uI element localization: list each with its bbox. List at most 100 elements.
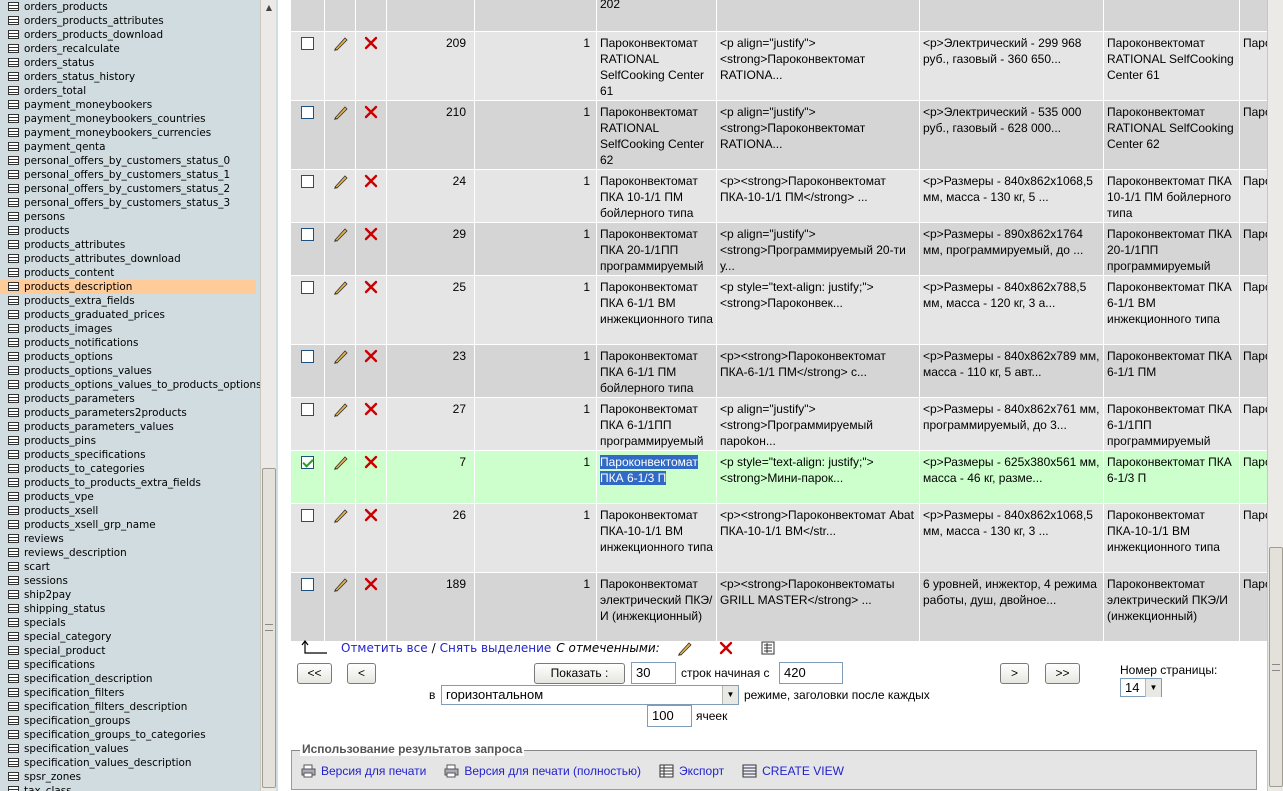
sidebar-table-item[interactable]: products_xsell_grp_name xyxy=(0,518,260,532)
table-icon[interactable] xyxy=(8,506,19,515)
sidebar-table-item[interactable]: products_specifications xyxy=(0,448,260,462)
sidebar-table-label[interactable]: reviews_description xyxy=(24,547,127,559)
sidebar-table-label[interactable]: products_attributes_download xyxy=(24,253,181,265)
sidebar-table-label[interactable]: orders_products_download xyxy=(24,29,163,41)
sidebar-table-item[interactable]: products_options_values_to_products_opti… xyxy=(0,378,262,392)
sidebar-table-item[interactable]: payment_moneybookers_currencies xyxy=(0,126,260,140)
table-icon[interactable] xyxy=(8,632,19,641)
row-delete-cell[interactable] xyxy=(356,0,387,32)
table-icon[interactable] xyxy=(8,380,19,389)
delete-x-icon[interactable] xyxy=(363,173,379,189)
table-row[interactable]: 23 1 Пароконвектомат ПКА 6-1/1 ПМ бойлерно… xyxy=(291,345,1267,398)
table-icon[interactable] xyxy=(8,576,19,585)
sidebar-table-label[interactable]: orders_recalculate xyxy=(24,43,120,55)
table-icon[interactable] xyxy=(8,86,19,95)
table-icon[interactable] xyxy=(8,44,19,53)
table-icon[interactable] xyxy=(8,394,19,403)
row-delete-cell[interactable] xyxy=(356,32,387,101)
table-icon[interactable] xyxy=(8,268,19,277)
sidebar-table-label[interactable]: products_graduated_prices xyxy=(24,309,165,321)
row-edit-cell[interactable] xyxy=(325,32,356,101)
table-icon[interactable] xyxy=(8,758,19,767)
sidebar-table-item[interactable]: products_to_products_extra_fields xyxy=(0,476,260,490)
edit-pencil-icon[interactable] xyxy=(332,173,348,189)
sidebar-table-label[interactable]: products_options xyxy=(24,351,113,363)
row-edit-cell[interactable] xyxy=(325,504,356,573)
sidebar-table-item[interactable]: specification_values xyxy=(0,742,260,756)
delete-x-icon[interactable] xyxy=(363,104,379,120)
table-icon[interactable] xyxy=(8,226,19,235)
table-icon[interactable] xyxy=(8,618,19,627)
sidebar-table-item[interactable]: products_attributes_download xyxy=(0,252,260,266)
first-page-button[interactable]: << xyxy=(297,663,332,684)
row-edit-cell[interactable] xyxy=(325,0,356,32)
sidebar-table-item[interactable]: ship2pay xyxy=(0,588,260,602)
sidebar-table-item[interactable]: products_description xyxy=(0,280,256,294)
edit-pencil-icon[interactable] xyxy=(332,454,348,470)
table-icon[interactable] xyxy=(8,142,19,151)
print-view-link[interactable]: Версия для печати xyxy=(321,764,426,778)
print-view-full-item[interactable]: Версия для печати (полностью) xyxy=(444,764,641,778)
table-icon[interactable] xyxy=(8,58,19,67)
sidebar-table-label[interactable]: products_parameters xyxy=(24,393,135,405)
start-row-input[interactable]: 420 xyxy=(779,662,843,684)
sidebar-table-item[interactable]: personal_offers_by_customers_status_1 xyxy=(0,168,260,182)
sidebar-table-label[interactable]: payment_qenta xyxy=(24,141,106,153)
table-icon[interactable] xyxy=(8,184,19,193)
sidebar-table-label[interactable]: products_options_values_to_products_opti… xyxy=(24,379,262,391)
row-delete-cell[interactable] xyxy=(356,451,387,504)
delete-x-icon[interactable] xyxy=(363,279,379,295)
table-icon[interactable] xyxy=(8,2,19,11)
table-row[interactable]: 24 1 Пароконвектомат ПКА 10-1/1 ПМ бойлерн… xyxy=(291,170,1267,223)
table-icon[interactable] xyxy=(8,590,19,599)
sidebar-table-label[interactable]: specification_description xyxy=(24,673,153,685)
edit-pencil-icon[interactable] xyxy=(332,104,348,120)
left-scrollbar[interactable]: ▲ xyxy=(260,0,276,791)
sidebar-table-label[interactable]: personal_offers_by_customers_status_0 xyxy=(24,155,230,167)
sidebar-table-item[interactable]: persons xyxy=(0,210,260,224)
table-icon[interactable] xyxy=(8,422,19,431)
table-icon[interactable] xyxy=(8,366,19,375)
table-icon[interactable] xyxy=(8,464,19,473)
edit-pencil-icon[interactable] xyxy=(332,279,348,295)
sidebar-table-item[interactable]: products_images xyxy=(0,322,260,336)
sidebar-table-item[interactable]: products_notifications xyxy=(0,336,260,350)
sidebar-table-item[interactable]: products_parameters2products xyxy=(0,406,260,420)
row-delete-cell[interactable] xyxy=(356,101,387,170)
table-row[interactable]: 29 1 Пароконвектомат ПКА 20-1/1ПП программ… xyxy=(291,223,1267,276)
sidebar-table-item[interactable]: special_category xyxy=(0,630,260,644)
right-scrollbar[interactable] xyxy=(1267,0,1283,791)
sidebar-table-item[interactable]: products_graduated_prices xyxy=(0,308,260,322)
sidebar-table-label[interactable]: products xyxy=(24,225,69,237)
header-cells-input[interactable]: 100 xyxy=(647,705,692,727)
sidebar-table-label[interactable]: payment_moneybookers_countries xyxy=(24,113,206,125)
sidebar-table-label[interactable]: products_images xyxy=(24,323,112,335)
show-button[interactable]: Показать : xyxy=(534,663,625,684)
table-row[interactable]: 209 1 Пароконвектомат RATIONAL SelfCooking… xyxy=(291,32,1267,101)
table-icon[interactable] xyxy=(8,492,19,501)
sidebar-table-label[interactable]: products_attributes xyxy=(24,239,125,251)
sidebar-table-label[interactable]: products_xsell xyxy=(24,505,98,517)
row-delete-cell[interactable] xyxy=(356,345,387,398)
table-icon[interactable] xyxy=(8,604,19,613)
table-icon[interactable] xyxy=(8,212,19,221)
display-mode-select[interactable]: горизонтальном ▼ xyxy=(441,685,739,705)
table-icon[interactable] xyxy=(8,100,19,109)
sidebar-table-item[interactable]: products_pins xyxy=(0,434,260,448)
row-checkbox[interactable] xyxy=(301,578,314,591)
delete-x-icon[interactable] xyxy=(363,576,379,592)
print-view-full-link[interactable]: Версия для печати (полностью) xyxy=(464,764,641,778)
table-icon[interactable] xyxy=(8,324,19,333)
table-icon[interactable] xyxy=(8,730,19,739)
sidebar-table-label[interactable]: products_extra_fields xyxy=(24,295,135,307)
table-icon[interactable] xyxy=(8,702,19,711)
edit-pencil-icon[interactable] xyxy=(332,348,348,364)
row-edit-cell[interactable] xyxy=(325,451,356,504)
sidebar-table-item[interactable]: special_product xyxy=(0,644,260,658)
sidebar-table-label[interactable]: personal_offers_by_customers_status_1 xyxy=(24,169,230,181)
table-row[interactable]: 27 1 Пароконвектомат ПКА 6-1/1ПП программи… xyxy=(291,398,1267,451)
row-checkbox-cell[interactable] xyxy=(291,101,325,170)
row-delete-cell[interactable] xyxy=(356,573,387,642)
sidebar-table-label[interactable]: personal_offers_by_customers_status_3 xyxy=(24,197,230,209)
row-checkbox[interactable] xyxy=(301,106,314,119)
